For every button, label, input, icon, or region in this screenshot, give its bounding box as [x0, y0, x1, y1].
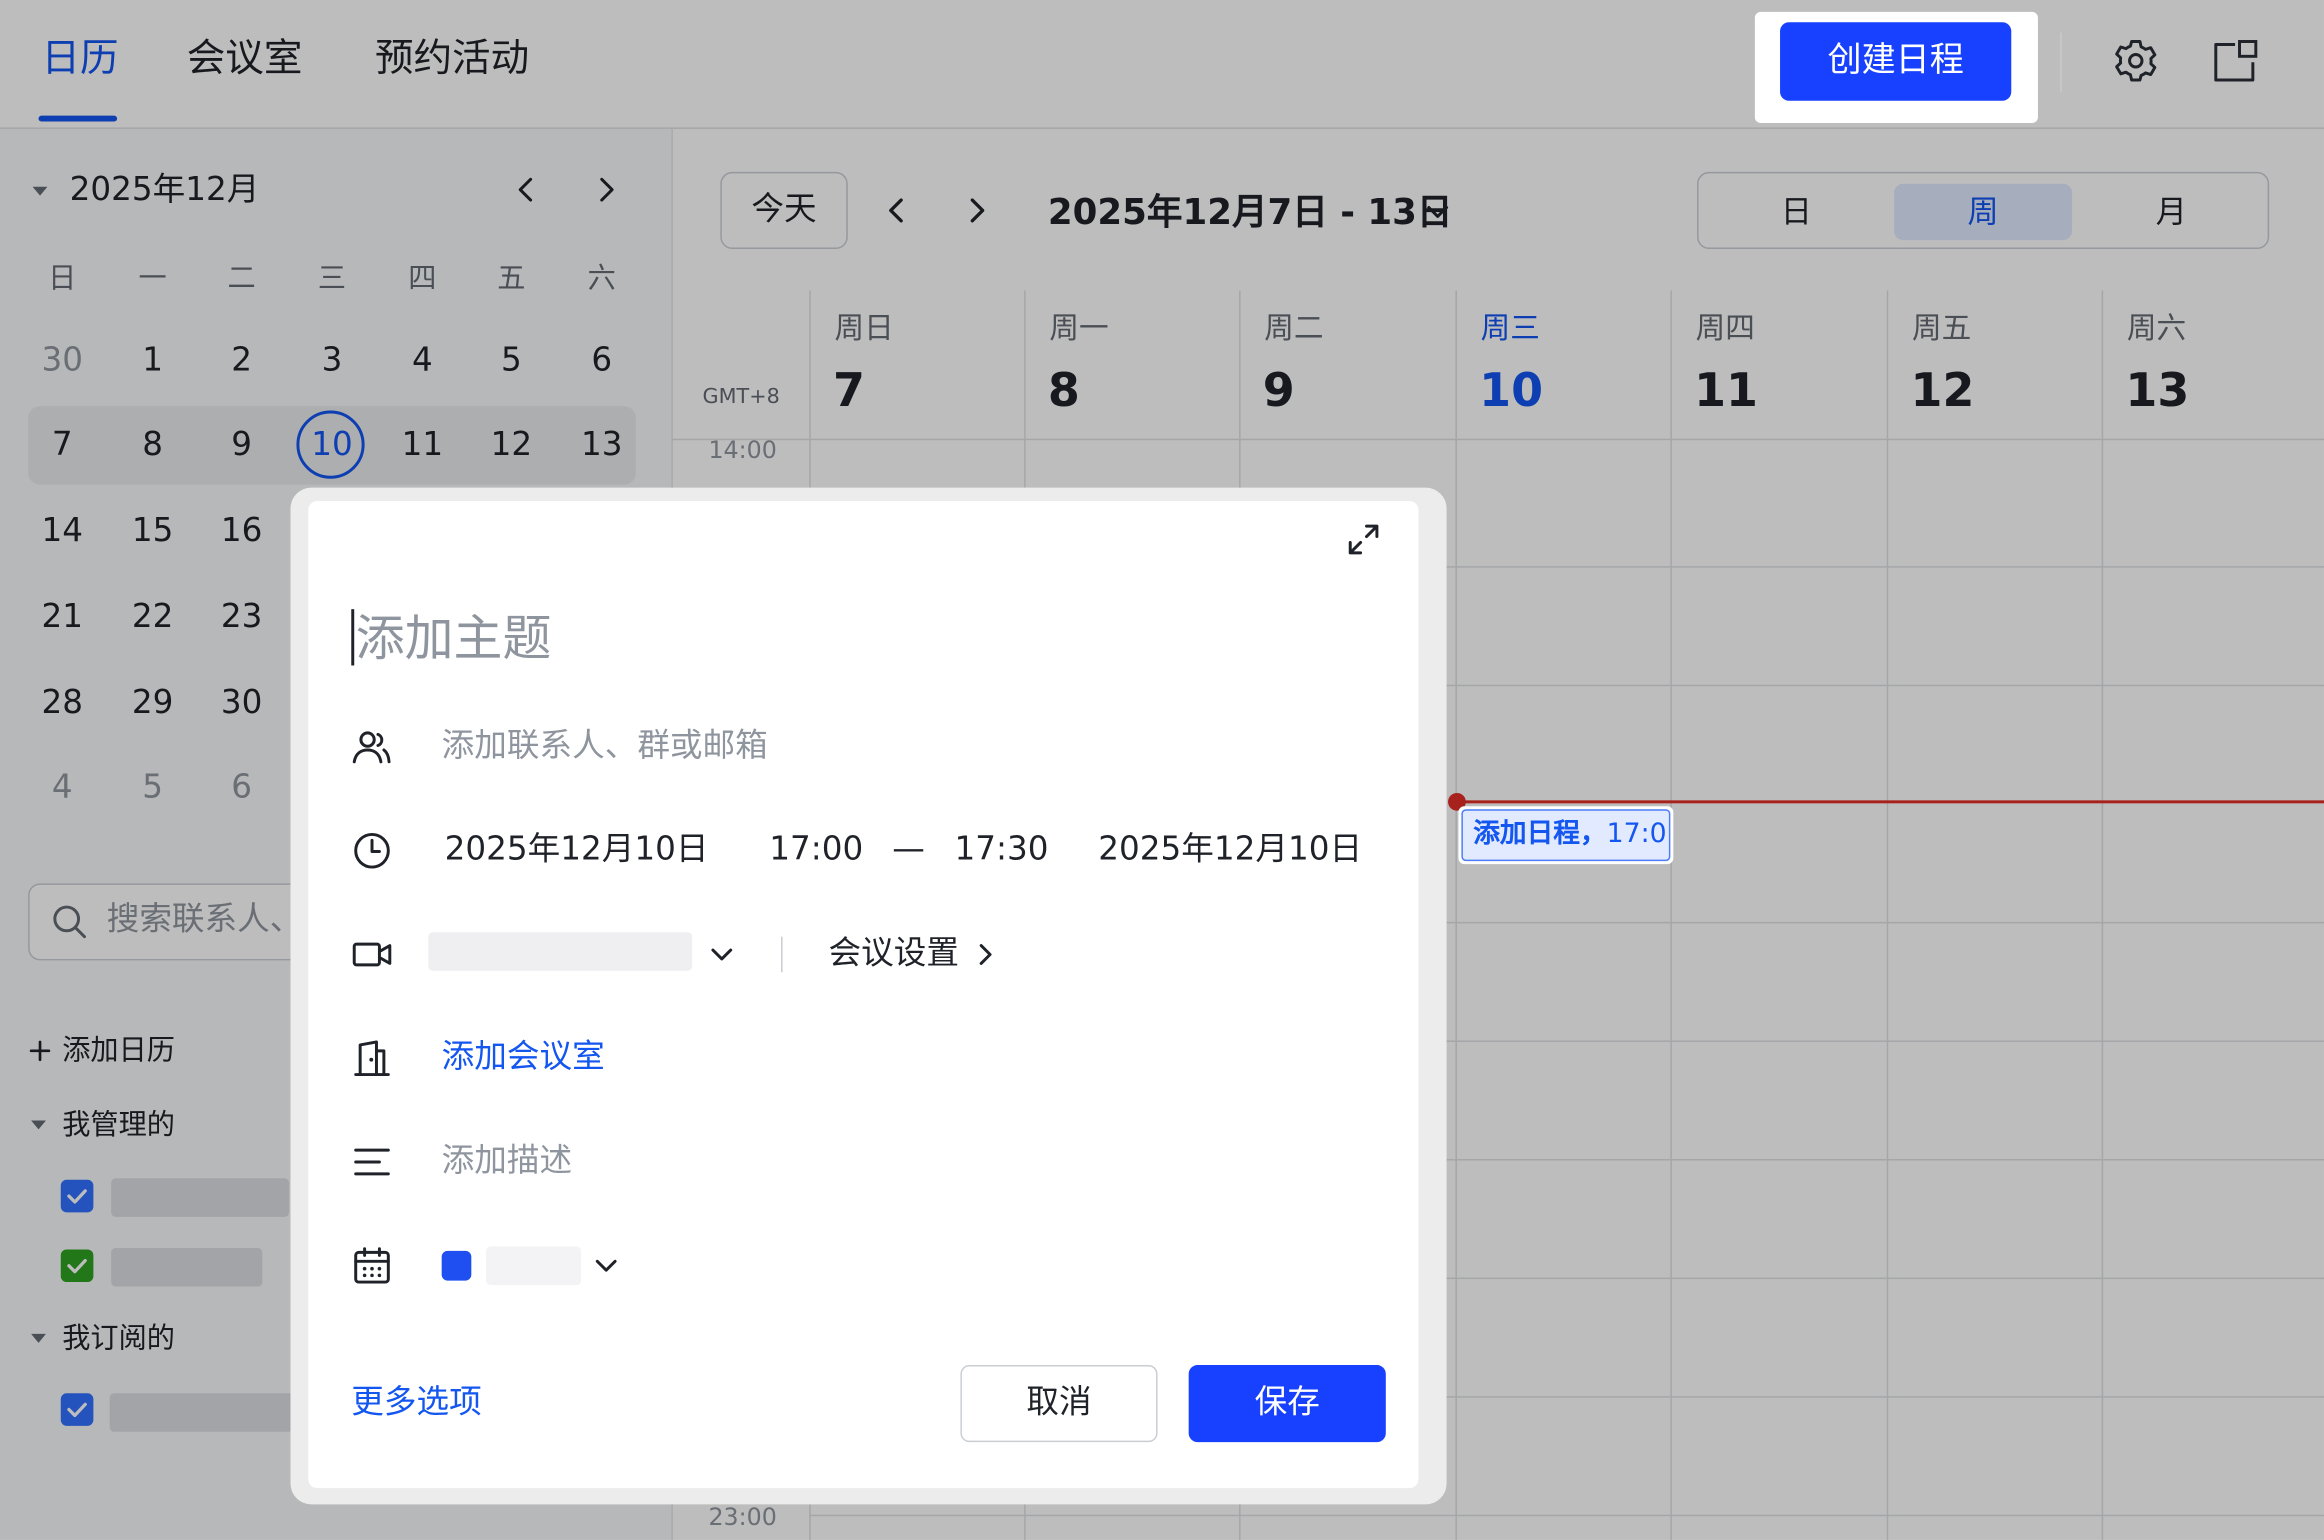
clock-icon [354, 832, 390, 869]
more-options-link[interactable]: 更多选项 [351, 1381, 481, 1425]
end-date-field[interactable]: 2025年12月10日 [1098, 829, 1362, 873]
start-time-field[interactable]: 17:00 [769, 829, 863, 873]
chevron-down-icon[interactable] [590, 1249, 623, 1282]
create-event-button[interactable]: 创建日程 [1780, 22, 2012, 101]
end-time-field[interactable]: 17:30 [954, 829, 1048, 873]
header-divider [2060, 32, 2062, 92]
calendar-color-swatch[interactable] [441, 1250, 472, 1281]
description-icon [354, 1148, 390, 1176]
field-divider [781, 936, 783, 973]
description-input[interactable]: 添加描述 [442, 1140, 572, 1184]
event-title: 添加日程， [1473, 818, 1607, 850]
chevron-down-icon[interactable] [705, 938, 738, 971]
chevron-right-icon[interactable] [974, 940, 998, 970]
text-cursor [351, 609, 355, 666]
meeting-settings-link[interactable]: 会议设置 [829, 932, 959, 976]
attendees-input[interactable]: 添加联系人、群或邮箱 [442, 725, 768, 769]
cancel-button[interactable]: 取消 [960, 1365, 1158, 1443]
new-window-icon[interactable] [2208, 36, 2261, 89]
save-button[interactable]: 保存 [1188, 1365, 1386, 1443]
calendar-name-redacted[interactable] [486, 1246, 581, 1286]
meeting-room-icon [354, 1040, 390, 1077]
gear-icon[interactable] [2109, 34, 2162, 87]
event-time: 17:0 [1606, 818, 1667, 850]
time-range-dash: — [892, 831, 925, 869]
video-meeting-provider-redacted[interactable] [428, 932, 693, 971]
video-camera-icon [352, 942, 392, 967]
event-title-input[interactable]: 添加主题 [356, 606, 552, 671]
expand-icon[interactable] [1343, 519, 1384, 560]
calendar-icon [354, 1247, 390, 1284]
start-date-field[interactable]: 2025年12月10日 [445, 829, 709, 873]
add-meeting-room-link[interactable]: 添加会议室 [442, 1036, 605, 1080]
attendees-icon [352, 731, 391, 764]
draft-event-chip[interactable]: 添加日程，17:0 [1458, 806, 1674, 865]
